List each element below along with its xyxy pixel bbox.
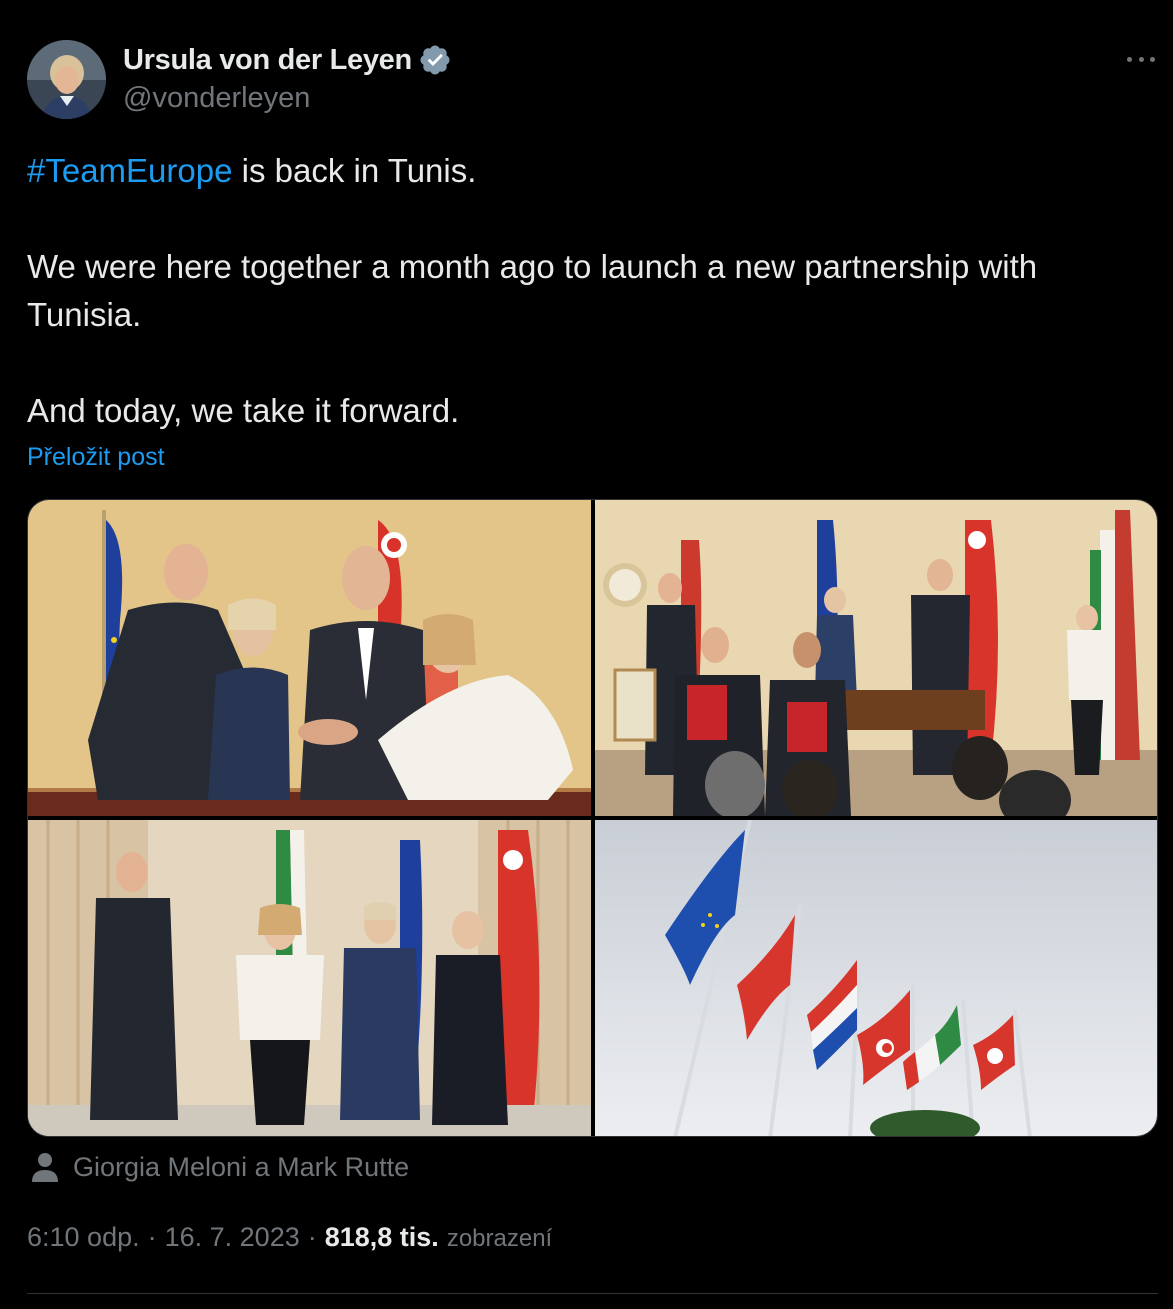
person-tag-icon	[32, 1153, 58, 1182]
tweet-date[interactable]: 16. 7. 2023	[165, 1222, 300, 1253]
avatar[interactable]	[27, 40, 106, 119]
more-options-icon[interactable]	[1124, 44, 1158, 74]
tweet-text-line-4: And today, we take it forward.	[27, 392, 460, 429]
verified-badge-icon[interactable]	[418, 43, 452, 77]
views-count: 818,8 tis.	[324, 1222, 439, 1252]
photo-flags-sky[interactable]	[595, 820, 1157, 1136]
hashtag-link[interactable]: #TeamEurope	[27, 152, 232, 189]
divider	[27, 1293, 1158, 1294]
tweet-text-line-1: #TeamEurope is back in Tunis.	[27, 147, 476, 195]
tweet: Ursula von der Leyen @vonderleyen #TeamE…	[0, 0, 1173, 1309]
tweet-text-line-3: Tunisia.	[27, 296, 142, 333]
translate-post-link[interactable]: Přeložit post	[27, 443, 165, 472]
tweet-text-fragment: is back in Tunis.	[232, 152, 477, 189]
tweet-meta: 6:10 odp. · 16. 7. 2023 · 818,8 tis. zob…	[27, 1222, 552, 1253]
views-label: zobrazení	[446, 1225, 553, 1252]
tagged-people[interactable]: Giorgia Meloni a Mark Rutte	[31, 1149, 409, 1185]
photo-group-leaders[interactable]	[28, 820, 591, 1136]
tagged-people-text[interactable]: Giorgia Meloni a Mark Rutte	[73, 1152, 409, 1183]
author-handle[interactable]: @vonderleyen	[123, 82, 310, 115]
photo-signing-ceremony[interactable]	[595, 500, 1157, 816]
meta-separator: ·	[147, 1222, 157, 1252]
author-name-row: Ursula von der Leyen	[123, 42, 452, 78]
author-display-name[interactable]: Ursula von der Leyen	[123, 44, 412, 77]
tweet-text-line-2: We were here together a month ago to lau…	[27, 248, 1038, 285]
photo-handshake[interactable]	[28, 500, 591, 816]
tweet-time[interactable]: 6:10 odp.	[27, 1222, 140, 1253]
meta-separator: ·	[307, 1222, 317, 1252]
media-grid	[27, 499, 1158, 1137]
